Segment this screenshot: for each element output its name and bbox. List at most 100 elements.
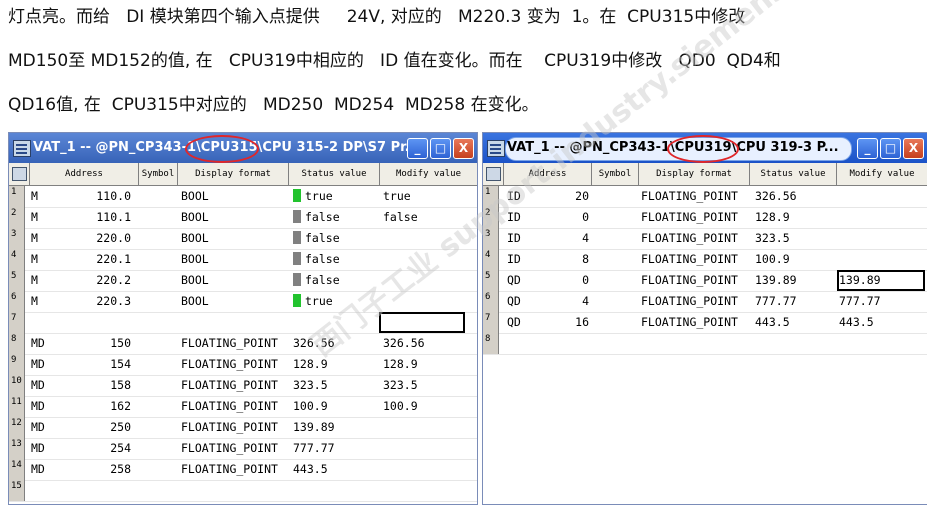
- row-number[interactable]: 5: [483, 270, 499, 291]
- display-format-cell[interactable]: BOOL: [181, 207, 287, 228]
- address-value[interactable]: [61, 480, 131, 501]
- address-value[interactable]: 16: [535, 312, 589, 333]
- table-row[interactable]: 7 QD 16 FLOATING_POINT 443.5 443.5: [483, 312, 927, 334]
- row-number[interactable]: 7: [9, 312, 25, 333]
- address-value[interactable]: [61, 312, 131, 333]
- close-button[interactable]: X: [453, 138, 474, 159]
- symbol-cell[interactable]: [140, 438, 176, 459]
- symbol-cell[interactable]: [140, 375, 176, 396]
- address-operand[interactable]: M: [31, 291, 61, 312]
- header-corner[interactable]: [483, 163, 504, 185]
- table-row[interactable]: 2 ID 0 FLOATING_POINT 128.9: [483, 207, 927, 229]
- row-number[interactable]: 2: [9, 207, 25, 228]
- row-number[interactable]: 5: [9, 270, 25, 291]
- symbol-cell[interactable]: [593, 186, 637, 207]
- display-format-cell[interactable]: FLOATING_POINT: [641, 249, 747, 270]
- address-value[interactable]: 162: [61, 396, 131, 417]
- address-operand[interactable]: [507, 333, 537, 354]
- table-row[interactable]: 10 MD 158 FLOATING_POINT 323.5 323.5: [9, 375, 477, 397]
- symbol-cell[interactable]: [593, 270, 637, 291]
- table-row[interactable]: 1 ID 20 FLOATING_POINT 326.56: [483, 186, 927, 208]
- modify-value-cell[interactable]: 128.9: [383, 354, 475, 375]
- display-format-cell[interactable]: FLOATING_POINT: [181, 375, 287, 396]
- row-number[interactable]: 4: [483, 249, 499, 270]
- display-format-cell[interactable]: FLOATING_POINT: [181, 354, 287, 375]
- display-format-cell[interactable]: FLOATING_POINT: [641, 270, 747, 291]
- display-format-cell[interactable]: [181, 480, 287, 501]
- minimize-button[interactable]: _: [857, 138, 878, 159]
- modify-value-cell[interactable]: 100.9: [383, 396, 475, 417]
- maximize-button[interactable]: □: [880, 138, 901, 159]
- row-number[interactable]: 1: [483, 186, 499, 207]
- address-value[interactable]: 220.2: [61, 270, 131, 291]
- modify-value-cell[interactable]: 323.5: [383, 375, 475, 396]
- symbol-cell[interactable]: [140, 396, 176, 417]
- address-value[interactable]: 110.1: [61, 207, 131, 228]
- table-row[interactable]: 4 ID 8 FLOATING_POINT 100.9: [483, 249, 927, 271]
- column-header-status-value[interactable]: Status value: [750, 163, 837, 185]
- row-number[interactable]: 11: [9, 396, 25, 417]
- row-number[interactable]: 13: [9, 438, 25, 459]
- display-format-cell[interactable]: [641, 333, 747, 354]
- column-header-status-value[interactable]: Status value: [289, 163, 380, 185]
- symbol-cell[interactable]: [140, 333, 176, 354]
- table-row[interactable]: 6 QD 4 FLOATING_POINT 777.77 777.77: [483, 291, 927, 313]
- modify-value-cell[interactable]: [383, 249, 475, 270]
- address-operand[interactable]: M: [31, 186, 61, 207]
- modify-value-edit-box[interactable]: [837, 270, 925, 291]
- modify-value-cell[interactable]: [383, 417, 475, 438]
- address-operand[interactable]: MD: [31, 459, 61, 480]
- table-row[interactable]: 8: [483, 333, 927, 355]
- table-row[interactable]: 8 MD 150 FLOATING_POINT 326.56 326.56: [9, 333, 477, 355]
- address-operand[interactable]: QD: [507, 312, 537, 333]
- display-format-cell[interactable]: [181, 312, 287, 333]
- address-value[interactable]: 254: [61, 438, 131, 459]
- row-number[interactable]: 4: [9, 249, 25, 270]
- column-header-display-format[interactable]: Display format: [639, 163, 750, 185]
- row-number[interactable]: 1: [9, 186, 25, 207]
- symbol-cell[interactable]: [140, 459, 176, 480]
- address-operand[interactable]: ID: [507, 249, 537, 270]
- address-operand[interactable]: MD: [31, 417, 61, 438]
- address-value[interactable]: 258: [61, 459, 131, 480]
- row-number[interactable]: 9: [9, 354, 25, 375]
- table-row[interactable]: 3 M 220.0 BOOL false: [9, 228, 477, 250]
- address-value[interactable]: 20: [535, 186, 589, 207]
- address-operand[interactable]: QD: [507, 291, 537, 312]
- table-row[interactable]: 15: [9, 480, 477, 502]
- address-operand[interactable]: M: [31, 228, 61, 249]
- table-row[interactable]: 2 M 110.1 BOOL false false: [9, 207, 477, 229]
- close-button[interactable]: X: [903, 138, 924, 159]
- address-operand[interactable]: QD: [507, 270, 537, 291]
- display-format-cell[interactable]: BOOL: [181, 291, 287, 312]
- address-value[interactable]: 110.0: [61, 186, 131, 207]
- table-row[interactable]: 13 MD 254 FLOATING_POINT 777.77: [9, 438, 477, 460]
- table-row[interactable]: 12 MD 250 FLOATING_POINT 139.89: [9, 417, 477, 439]
- symbol-cell[interactable]: [593, 207, 637, 228]
- row-number[interactable]: 2: [483, 207, 499, 228]
- address-operand[interactable]: [31, 480, 61, 501]
- row-number[interactable]: 14: [9, 459, 25, 480]
- title-bar[interactable]: VAT_1 -- @PN_CP343-1\CPU319\CPU 319-3 P.…: [483, 133, 927, 163]
- column-header-address[interactable]: Address: [504, 163, 592, 185]
- symbol-cell[interactable]: [593, 228, 637, 249]
- table-row[interactable]: 4 M 220.1 BOOL false: [9, 249, 477, 271]
- address-operand[interactable]: MD: [31, 354, 61, 375]
- address-operand[interactable]: MD: [31, 333, 61, 354]
- table-row[interactable]: 1 M 110.0 BOOL true true: [9, 186, 477, 208]
- address-value[interactable]: [535, 333, 589, 354]
- display-format-cell[interactable]: FLOATING_POINT: [181, 459, 287, 480]
- row-number[interactable]: 3: [483, 228, 499, 249]
- address-operand[interactable]: M: [31, 270, 61, 291]
- modify-value-cell[interactable]: 443.5: [839, 312, 925, 333]
- address-value[interactable]: 8: [535, 249, 589, 270]
- row-number[interactable]: 15: [9, 480, 25, 501]
- table-row[interactable]: 14 MD 258 FLOATING_POINT 443.5: [9, 459, 477, 481]
- symbol-cell[interactable]: [140, 186, 176, 207]
- symbol-cell[interactable]: [140, 417, 176, 438]
- minimize-button[interactable]: _: [407, 138, 428, 159]
- table-row[interactable]: 11 MD 162 FLOATING_POINT 100.9 100.9: [9, 396, 477, 418]
- modify-value-cell[interactable]: [839, 186, 925, 207]
- display-format-cell[interactable]: FLOATING_POINT: [641, 228, 747, 249]
- row-number[interactable]: 6: [483, 291, 499, 312]
